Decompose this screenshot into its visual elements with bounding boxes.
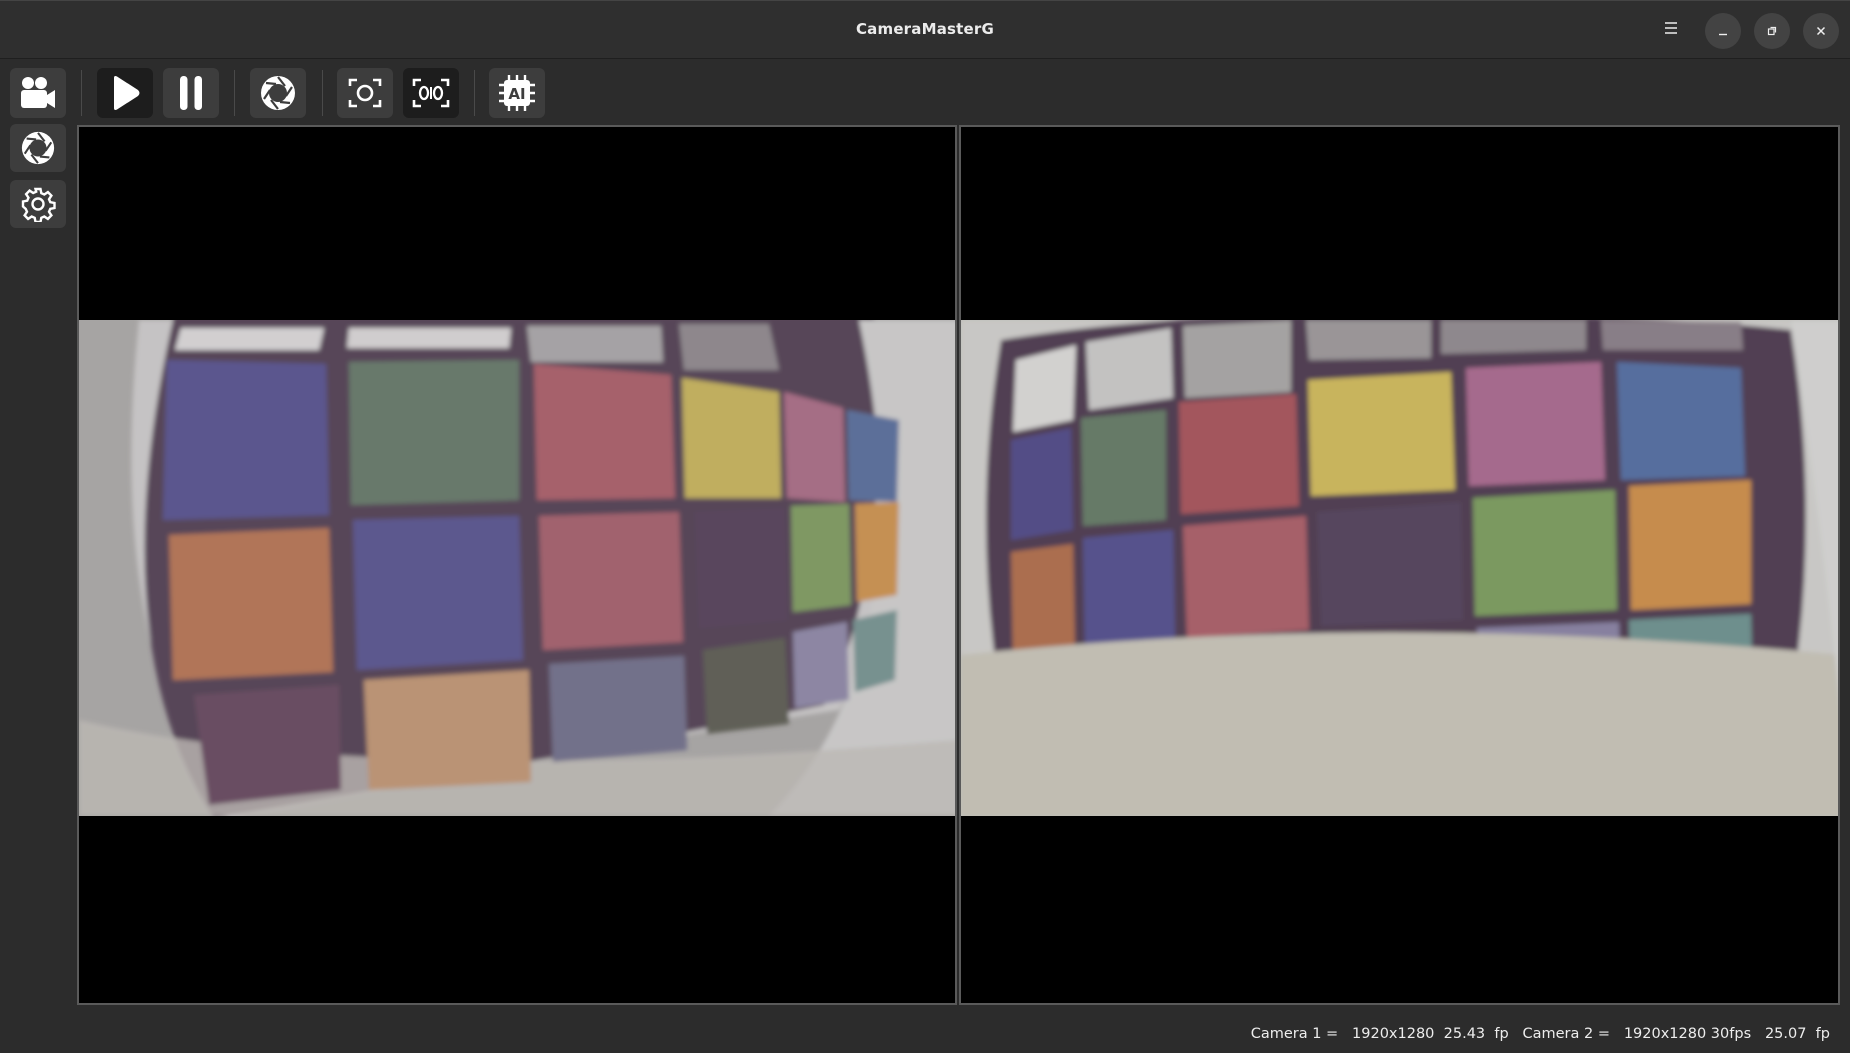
ai-chip-icon: AI <box>499 75 535 111</box>
pause-icon <box>180 76 202 110</box>
sidebar-item-capture[interactable] <box>10 124 66 172</box>
menu-icon <box>1665 22 1677 34</box>
ai-label: AI <box>508 85 525 103</box>
title-bar: CameraMasterG <box>0 0 1850 59</box>
toolbar-separator <box>81 70 82 116</box>
close-icon <box>1816 26 1826 36</box>
camera-2-frame <box>961 320 1838 816</box>
toolbar-separator <box>322 70 323 116</box>
aperture-icon <box>261 76 295 110</box>
toolbar-separator <box>234 70 235 116</box>
status-bar: Camera 1 = 1920x1280 25.43 fp Camera 2 =… <box>0 1010 1850 1053</box>
camera-status-text: Camera 1 = 1920x1280 25.43 fp Camera 2 =… <box>1250 1026 1830 1042</box>
camera-2-view[interactable] <box>959 125 1840 1005</box>
video-camera-icon <box>21 77 55 108</box>
camera-mode-button[interactable] <box>10 68 66 118</box>
camera-1-view[interactable] <box>77 125 957 1005</box>
camera-1-frame <box>79 320 955 816</box>
play-icon <box>114 76 140 110</box>
gear-icon <box>21 187 56 222</box>
ai-button[interactable]: AI <box>489 68 545 118</box>
toolbar: AI <box>0 60 1850 124</box>
sidebar-item-settings[interactable] <box>10 180 66 228</box>
aperture-icon <box>21 131 55 165</box>
close-button[interactable] <box>1803 13 1839 49</box>
play-button[interactable] <box>97 68 153 118</box>
multi-focus-icon <box>412 78 450 108</box>
multi-focus-button[interactable] <box>403 68 459 118</box>
toolbar-separator <box>474 70 475 116</box>
minimize-icon <box>1719 33 1727 36</box>
menu-button[interactable] <box>1656 13 1686 43</box>
maximize-button[interactable] <box>1754 13 1790 49</box>
camera-2-image <box>961 320 1838 816</box>
focus-button[interactable] <box>337 68 393 118</box>
snapshot-button[interactable] <box>250 68 306 118</box>
window-title: CameraMasterG <box>855 20 995 38</box>
maximize-icon <box>1767 26 1777 36</box>
minimize-button[interactable] <box>1705 13 1741 49</box>
focus-icon <box>348 78 382 108</box>
camera-1-image <box>79 320 955 816</box>
pause-button[interactable] <box>163 68 219 118</box>
